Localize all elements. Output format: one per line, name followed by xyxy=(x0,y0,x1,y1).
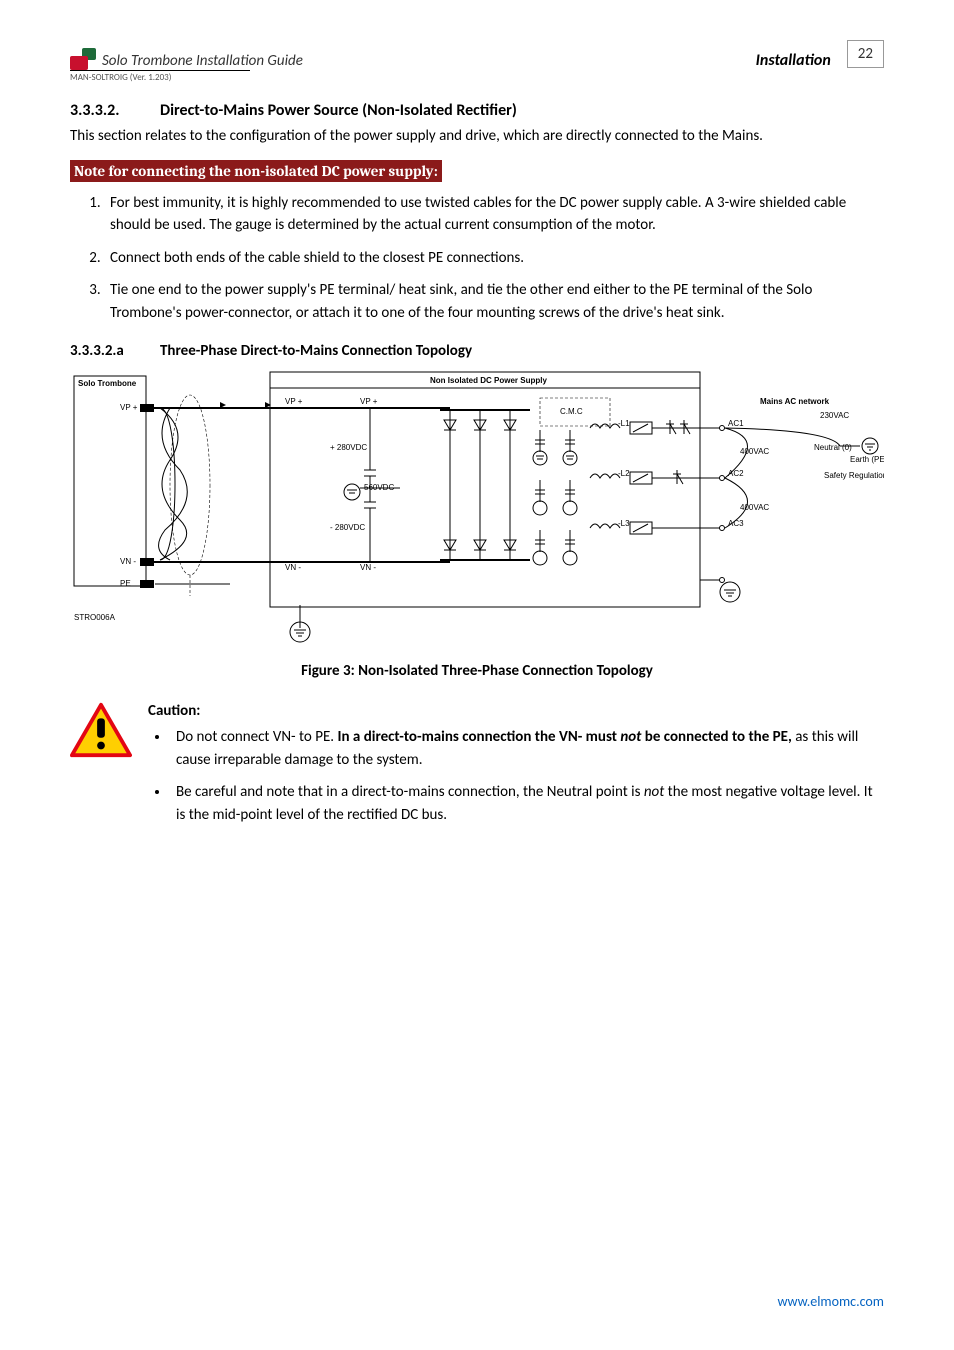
doc-version: MAN-SOLTROIG (Ver. 1.203) xyxy=(70,71,250,83)
page-number: 22 xyxy=(847,40,884,68)
svg-text:PE: PE xyxy=(120,579,131,588)
svg-text:VP +: VP + xyxy=(120,403,138,412)
svg-text:230VAC: 230VAC xyxy=(820,411,849,420)
list-item: Connect both ends of the cable shield to… xyxy=(104,247,884,270)
list-item: For best immunity, it is highly recommen… xyxy=(104,192,884,237)
svg-text:VN -: VN - xyxy=(285,563,301,572)
svg-text:AC1: AC1 xyxy=(728,419,744,428)
section-title: Installation xyxy=(756,51,831,70)
svg-text:VN -: VN - xyxy=(120,557,136,566)
list-item: Do not connect VN- to PE. In a direct-to… xyxy=(170,726,884,771)
svg-text:-L1: -L1 xyxy=(618,419,630,428)
list-item: Be careful and note that in a direct-to-… xyxy=(170,781,884,826)
warning-icon xyxy=(70,702,132,758)
svg-text:400VAC: 400VAC xyxy=(740,447,769,456)
caution-block: Caution: Do not connect VN- to PE. In a … xyxy=(70,702,884,836)
caution-title: Caution: xyxy=(148,702,884,720)
svg-text:-L3: -L3 xyxy=(618,519,630,528)
svg-text:+ 280VDC: + 280VDC xyxy=(330,443,367,452)
heading-3332: 3.3.3.2.Direct-to-Mains Power Source (No… xyxy=(70,101,884,120)
note-list: For best immunity, it is highly recommen… xyxy=(70,192,884,325)
figure-caption: Figure 3: Non-Isolated Three-Phase Conne… xyxy=(70,662,884,680)
svg-text:Earth (PE): Earth (PE) xyxy=(850,455,884,464)
svg-text:STRO006A: STRO006A xyxy=(74,613,116,622)
svg-text:C.M.C: C.M.C xyxy=(560,407,583,416)
svg-text:Neutral (0): Neutral (0) xyxy=(814,443,852,452)
page-header: Solo Trombone Installation Guide Install… xyxy=(70,40,884,70)
list-item: Tie one end to the power supply's PE ter… xyxy=(104,279,884,324)
svg-text:Solo Trombone: Solo Trombone xyxy=(78,379,137,388)
logo-icon xyxy=(70,48,96,70)
svg-text:Non Isolated DC Power Supply: Non Isolated DC Power Supply xyxy=(430,376,547,385)
footer-link[interactable]: www.elmomc.com xyxy=(777,1293,884,1310)
topology-diagram: .t { font: 8px Arial; fill:#000; } .tb {… xyxy=(70,370,884,650)
svg-text:- 280VDC: - 280VDC xyxy=(330,523,365,532)
svg-text:VN -: VN - xyxy=(360,563,376,572)
svg-text:VP +: VP + xyxy=(360,397,378,406)
guide-title: Solo Trombone Installation Guide xyxy=(102,52,303,70)
intro-text: This section relates to the configuratio… xyxy=(70,126,884,148)
svg-text:-L2: -L2 xyxy=(618,469,630,478)
heading-3332a: 3.3.3.2.aThree-Phase Direct-to-Mains Con… xyxy=(70,342,884,360)
note-bar: Note for connecting the non-isolated DC … xyxy=(70,160,442,182)
svg-text:VP +: VP + xyxy=(285,397,303,406)
svg-text:Safety Regulations: Safety Regulations xyxy=(824,471,884,480)
svg-text:Mains AC network: Mains AC network xyxy=(760,397,830,406)
